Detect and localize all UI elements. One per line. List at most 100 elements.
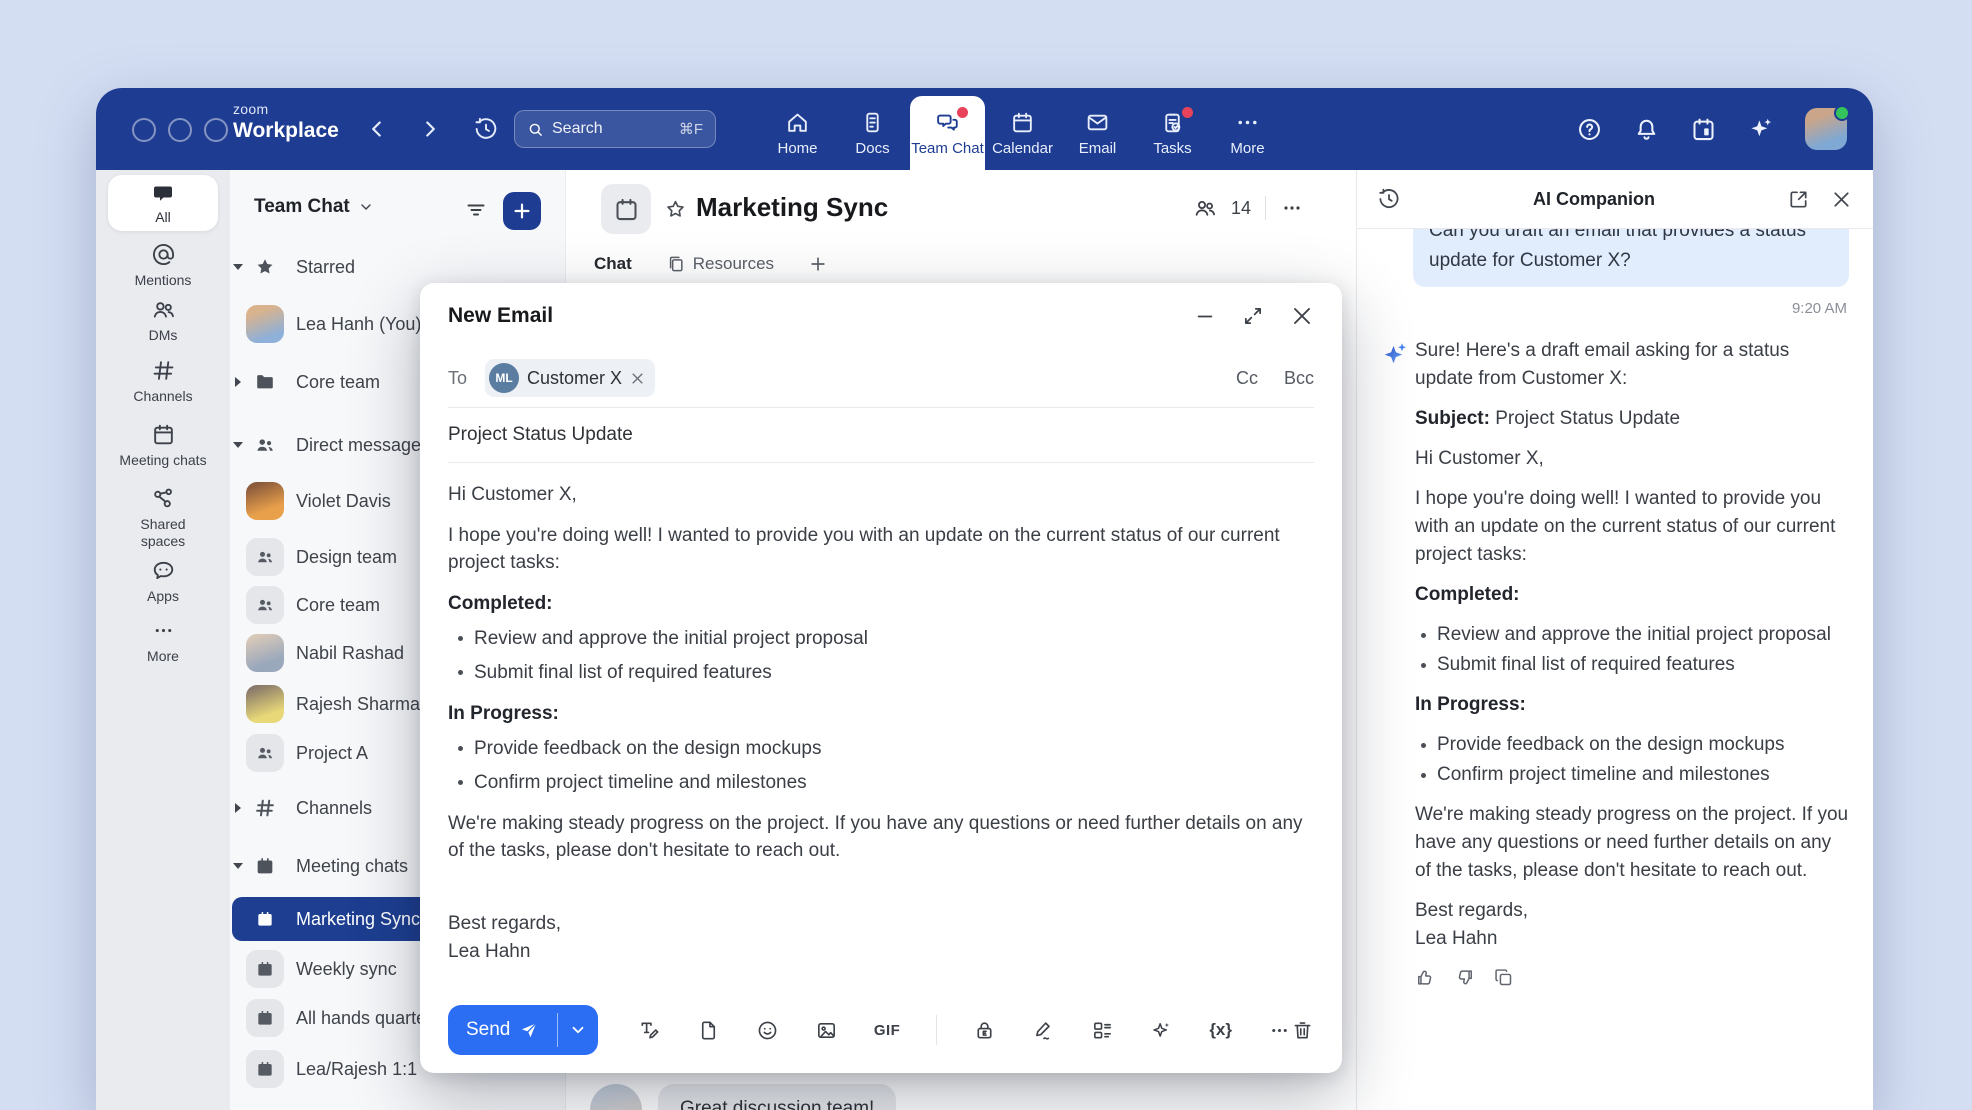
variable-button[interactable]: {x} bbox=[1209, 1020, 1232, 1040]
sidebar-item-dms[interactable]: DMs bbox=[96, 297, 230, 344]
caret-down-icon[interactable] bbox=[232, 264, 244, 270]
recipients-row[interactable]: To ML Customer X Cc Bcc bbox=[448, 349, 1314, 407]
close-icon[interactable] bbox=[1830, 188, 1853, 211]
calendar-filled-icon bbox=[246, 847, 284, 885]
more-dots-icon bbox=[151, 618, 176, 643]
user-avatar[interactable] bbox=[1805, 108, 1847, 150]
calendar-date-icon[interactable] bbox=[1690, 116, 1717, 143]
send-button[interactable]: Send bbox=[448, 1005, 557, 1055]
email-body-editor[interactable]: Hi Customer X, I hope you're doing well!… bbox=[448, 463, 1314, 966]
expand-icon[interactable] bbox=[1242, 305, 1264, 327]
tab-resources[interactable]: Resources bbox=[666, 254, 774, 274]
people-filled-icon bbox=[246, 586, 284, 624]
left-rail: All Mentions DMs Channels Meeting chats … bbox=[96, 170, 230, 1110]
signature-pen-icon[interactable] bbox=[1032, 1019, 1055, 1042]
sidebar-item-apps[interactable]: Apps bbox=[96, 558, 230, 605]
gif-button[interactable]: GIF bbox=[874, 1022, 901, 1039]
caret-right-icon[interactable] bbox=[232, 377, 244, 387]
email-in-progress-label: In Progress: bbox=[448, 700, 1314, 727]
recipient-chip[interactable]: ML Customer X bbox=[485, 359, 655, 397]
minimize-icon[interactable] bbox=[1194, 305, 1216, 327]
zoom-window-button[interactable] bbox=[204, 118, 228, 142]
sidebar-item-all[interactable]: All bbox=[108, 175, 218, 231]
ai-conversation[interactable]: Can you draft an email that provides a s… bbox=[1357, 229, 1873, 1110]
ai-companion-sparkle-icon[interactable] bbox=[1747, 115, 1775, 143]
more-icon bbox=[1235, 110, 1260, 135]
pop-out-icon[interactable] bbox=[1787, 188, 1810, 211]
favorite-star-icon[interactable] bbox=[664, 198, 687, 221]
ai-history-icon[interactable] bbox=[1377, 187, 1401, 211]
toolbar-more-icon[interactable] bbox=[1268, 1019, 1291, 1042]
remove-recipient-icon[interactable] bbox=[630, 371, 645, 386]
forward-button[interactable] bbox=[417, 116, 443, 142]
tab-docs[interactable]: Docs bbox=[835, 96, 910, 170]
filter-icon[interactable] bbox=[464, 198, 488, 222]
tab-home[interactable]: Home bbox=[760, 96, 835, 170]
thumbs-up-icon[interactable] bbox=[1415, 967, 1436, 988]
encrypt-lock-icon[interactable] bbox=[973, 1019, 996, 1042]
discard-trash-icon[interactable] bbox=[1291, 1019, 1314, 1042]
cc-button[interactable]: Cc bbox=[1236, 368, 1258, 389]
tab-email[interactable]: Email bbox=[1060, 96, 1135, 170]
list-item: Provide feedback on the design mockups bbox=[1415, 731, 1849, 759]
dms-people-icon bbox=[151, 297, 176, 322]
attach-file-icon[interactable] bbox=[697, 1019, 720, 1042]
notifications-bell-icon[interactable] bbox=[1633, 116, 1660, 143]
tab-calendar[interactable]: Calendar bbox=[985, 96, 1060, 170]
ai-compose-sparkle-icon[interactable] bbox=[1150, 1019, 1173, 1042]
people-filled-icon bbox=[246, 734, 284, 772]
help-icon[interactable] bbox=[1576, 116, 1603, 143]
add-tab-button[interactable] bbox=[808, 254, 828, 274]
search-input[interactable]: Search ⌘F bbox=[514, 110, 716, 148]
sidebar-item-shared-spaces[interactable]: Shared spaces bbox=[96, 486, 230, 550]
back-button[interactable] bbox=[364, 116, 390, 142]
members-icon[interactable] bbox=[1193, 196, 1217, 220]
channel-more-icon[interactable] bbox=[1280, 196, 1304, 220]
recipient-name: Customer X bbox=[527, 368, 622, 389]
channel-title: Marketing Sync bbox=[696, 192, 888, 223]
thumbs-down-icon[interactable] bbox=[1454, 967, 1475, 988]
ai-signature: Lea Hahn bbox=[1415, 925, 1849, 953]
caret-right-icon[interactable] bbox=[232, 803, 244, 813]
tab-team-chat[interactable]: Team Chat bbox=[910, 96, 985, 170]
send-options-chevron[interactable] bbox=[558, 1005, 598, 1055]
message-avatar[interactable] bbox=[590, 1084, 642, 1110]
sidebar-item-mentions[interactable]: Mentions bbox=[96, 242, 230, 289]
list-item: Submit final list of required features bbox=[1415, 651, 1849, 679]
calendar-filled-icon bbox=[246, 1050, 284, 1088]
caret-down-icon[interactable] bbox=[232, 863, 244, 869]
caret-down-icon[interactable] bbox=[232, 442, 244, 448]
new-chat-button[interactable] bbox=[503, 192, 541, 230]
channels-hash-icon bbox=[151, 358, 176, 383]
tasks-unread-badge bbox=[1182, 107, 1193, 118]
list-item: Submit final list of required features bbox=[448, 659, 1314, 686]
docs-icon bbox=[860, 110, 885, 135]
tab-chat[interactable]: Chat bbox=[594, 254, 632, 274]
modal-title: New Email bbox=[448, 304, 1194, 328]
copy-icon[interactable] bbox=[1493, 967, 1514, 988]
sidebar-item-more[interactable]: More bbox=[96, 618, 230, 665]
bcc-button[interactable]: Bcc bbox=[1284, 368, 1314, 389]
close-icon[interactable] bbox=[1290, 304, 1314, 328]
sidebar-item-channels[interactable]: Channels bbox=[96, 358, 230, 405]
list-item: Confirm project timeline and milestones bbox=[448, 769, 1314, 796]
close-window-button[interactable] bbox=[132, 118, 156, 142]
template-layout-icon[interactable] bbox=[1091, 1019, 1114, 1042]
ai-subject-line: Subject: Project Status Update bbox=[1415, 405, 1849, 433]
minimize-window-button[interactable] bbox=[168, 118, 192, 142]
search-placeholder: Search bbox=[552, 120, 671, 138]
tab-tasks[interactable]: Tasks bbox=[1135, 96, 1210, 170]
tab-more[interactable]: More bbox=[1210, 96, 1285, 170]
sidebar-item-meeting-chats[interactable]: Meeting chats bbox=[96, 422, 230, 469]
history-icon[interactable] bbox=[473, 116, 499, 142]
ai-in-progress-label: In Progress: bbox=[1415, 691, 1849, 719]
home-icon bbox=[785, 110, 810, 135]
chat-panel-title[interactable]: Team Chat bbox=[254, 196, 374, 218]
presence-status-dot bbox=[1834, 105, 1850, 121]
image-icon[interactable] bbox=[815, 1019, 838, 1042]
list-item: Confirm project timeline and milestones bbox=[1415, 761, 1849, 789]
emoji-icon[interactable] bbox=[756, 1019, 779, 1042]
text-format-icon[interactable] bbox=[638, 1019, 661, 1042]
send-button-group: Send bbox=[448, 1005, 598, 1055]
subject-field[interactable]: Project Status Update bbox=[448, 408, 1314, 462]
